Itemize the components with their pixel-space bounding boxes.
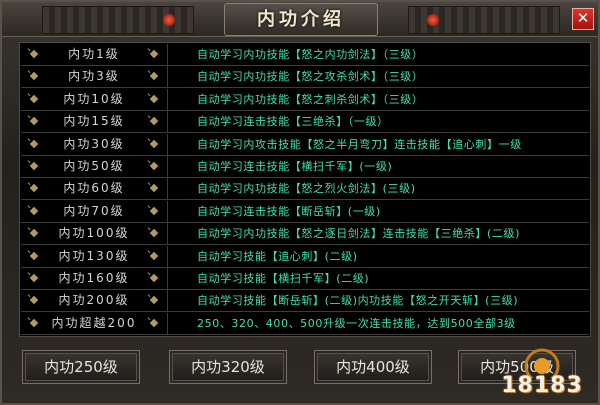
level-cell: 内功100级 xyxy=(21,223,168,245)
skill-description: 250、320、400、500升级一次连击技能，达到500全部3级 xyxy=(197,316,516,330)
skill-description: 自动学习内功技能【怒之攻杀剑术】（三级） xyxy=(197,70,424,84)
level-cell: 内功10级 xyxy=(21,88,168,110)
diamond-bullet-icon xyxy=(29,273,39,283)
skill-description: 自动学习技能【断岳斩】(二级)内功技能【怒之开天斩】(三级) xyxy=(197,294,519,308)
diamond-bullet-icon xyxy=(149,228,159,238)
level-label: 内功10级 xyxy=(63,91,125,106)
level-320-button[interactable]: 内功320级 xyxy=(169,350,287,384)
diamond-bullet-icon xyxy=(29,318,39,328)
dragon-ornament-left xyxy=(42,6,194,34)
diamond-bullet-icon xyxy=(29,94,39,104)
table-row: 内功30级 自动学习内攻击技能【怒之半月弯刀】连击技能【追心刺】一级 xyxy=(21,133,589,156)
level-cell: 内功1级 xyxy=(21,44,168,65)
level-cell: 内功60级 xyxy=(21,178,168,200)
level-label: 内功15级 xyxy=(63,114,125,129)
dialog-window: 内功介绍 ✕ 内功1级 自动学习内功技能【怒之内功剑法】（三级） 内功3级 自动学习内… xyxy=(0,0,600,405)
diamond-bullet-icon xyxy=(149,251,159,260)
level-label: 内功30级 xyxy=(63,136,125,151)
skill-description: 自动学习连击技能【三绝杀】（一级） xyxy=(197,115,389,129)
skill-description: 自动学习技能【横扫千军】(二级) xyxy=(197,272,370,285)
level-label: 内功70级 xyxy=(63,203,125,218)
skill-description: 自动学习连击技能【横扫千军】(一级) xyxy=(197,160,393,173)
skill-description: 自动学习内攻击技能【怒之半月弯刀】连击技能【追心刺】一级 xyxy=(197,137,522,151)
table-row: 内功50级 自动学习连击技能【横扫千军】(一级) xyxy=(21,156,589,178)
table-row: 内功100级 自动学习内功技能【怒之逐日剑法】连击技能【三绝杀】(二级) xyxy=(21,223,589,246)
skill-description: 自动学习连击技能【断岳斩】(一级) xyxy=(197,204,381,218)
diamond-bullet-icon xyxy=(149,184,159,193)
diamond-bullet-icon xyxy=(29,116,39,126)
watermark-text: 18183 xyxy=(501,373,583,398)
dragon-ornament-right xyxy=(408,6,560,34)
level-cell: 内功15级 xyxy=(21,111,168,133)
table-row: 内功1级 自动学习内功技能【怒之内功剑法】（三级） xyxy=(21,44,589,66)
diamond-bullet-icon xyxy=(149,72,159,81)
level-400-button[interactable]: 内功400级 xyxy=(314,350,432,384)
diamond-bullet-icon xyxy=(29,206,39,216)
level-label: 内功60级 xyxy=(63,181,125,196)
level-cell: 内功70级 xyxy=(21,200,168,222)
diamond-bullet-icon xyxy=(149,206,159,216)
sun-emblem-icon xyxy=(524,348,560,378)
skill-description: 自动学习内功技能【怒之烈火剑法】(三级) xyxy=(197,182,416,196)
level-label: 内功3级 xyxy=(68,69,120,84)
level-label: 内功1级 xyxy=(68,47,120,61)
skill-description: 自动学习内功技能【怒之内功剑法】（三级） xyxy=(197,48,424,61)
level-cell: 内功200级 xyxy=(21,290,168,312)
table-row: 内功15级 自动学习连击技能【三绝杀】（一级） xyxy=(21,111,589,134)
diamond-bullet-icon xyxy=(149,94,159,104)
dragon-eye-icon xyxy=(163,14,175,26)
diamond-bullet-icon xyxy=(149,161,159,171)
skill-table: 内功1级 自动学习内功技能【怒之内功剑法】（三级） 内功3级 自动学习内功技能【怒之攻… xyxy=(19,42,591,337)
level-250-button[interactable]: 内功250级 xyxy=(22,350,140,384)
diamond-bullet-icon xyxy=(29,251,39,260)
watermark-logo: 18183 xyxy=(494,338,590,398)
diamond-bullet-icon xyxy=(149,318,159,328)
level-label: 内功160级 xyxy=(58,271,130,285)
level-cell: 内功160级 xyxy=(21,268,168,289)
close-button[interactable]: ✕ xyxy=(572,8,594,30)
diamond-bullet-icon xyxy=(149,116,159,126)
table-row: 内功60级 自动学习内功技能【怒之烈火剑法】(三级) xyxy=(21,178,589,201)
title-bar: 内功介绍 ✕ xyxy=(2,2,598,37)
diamond-bullet-icon xyxy=(149,296,159,305)
diamond-bullet-icon xyxy=(29,296,39,305)
level-cell: 内功30级 xyxy=(21,133,168,155)
level-label: 内功超越200 xyxy=(51,315,137,330)
level-cell: 内功3级 xyxy=(21,66,168,88)
table-row: 内功160级 自动学习技能【横扫千军】(二级) xyxy=(21,268,589,290)
window-title: 内功介绍 xyxy=(224,3,378,36)
skill-description: 自动学习内功技能【怒之刺杀剑术】（三级） xyxy=(197,92,424,106)
diamond-bullet-icon xyxy=(29,184,39,193)
dragon-eye-icon xyxy=(427,14,439,26)
diamond-bullet-icon xyxy=(149,273,159,283)
skill-description: 自动学习内功技能【怒之逐日剑法】连击技能【三绝杀】(二级) xyxy=(197,227,520,241)
level-cell: 内功130级 xyxy=(21,245,168,267)
level-label: 内功200级 xyxy=(58,293,130,308)
table-row: 内功70级 自动学习连击技能【断岳斩】(一级) xyxy=(21,200,589,223)
table-row: 内功200级 自动学习技能【断岳斩】(二级)内功技能【怒之开天斩】(三级) xyxy=(21,290,589,313)
level-label: 内功100级 xyxy=(58,226,130,241)
diamond-bullet-icon xyxy=(149,139,159,148)
table-row: 内功3级 自动学习内功技能【怒之攻杀剑术】（三级） xyxy=(21,66,589,89)
diamond-bullet-icon xyxy=(29,228,39,238)
level-cell: 内功50级 xyxy=(21,156,168,177)
table-row: 内功超越200 250、320、400、500升级一次连击技能，达到500全部3级 xyxy=(21,312,589,335)
level-label: 内功130级 xyxy=(58,248,130,263)
diamond-bullet-icon xyxy=(29,49,39,59)
skill-description: 自动学习技能【追心刺】(二级) xyxy=(197,249,358,263)
level-cell: 内功超越200 xyxy=(21,312,168,334)
diamond-bullet-icon xyxy=(29,161,39,171)
diamond-bullet-icon xyxy=(29,72,39,81)
diamond-bullet-icon xyxy=(29,139,39,148)
table-row: 内功10级 自动学习内功技能【怒之刺杀剑术】（三级） xyxy=(21,88,589,111)
diamond-bullet-icon xyxy=(149,49,159,59)
table-row: 内功130级 自动学习技能【追心刺】(二级) xyxy=(21,245,589,268)
level-label: 内功50级 xyxy=(63,159,125,173)
